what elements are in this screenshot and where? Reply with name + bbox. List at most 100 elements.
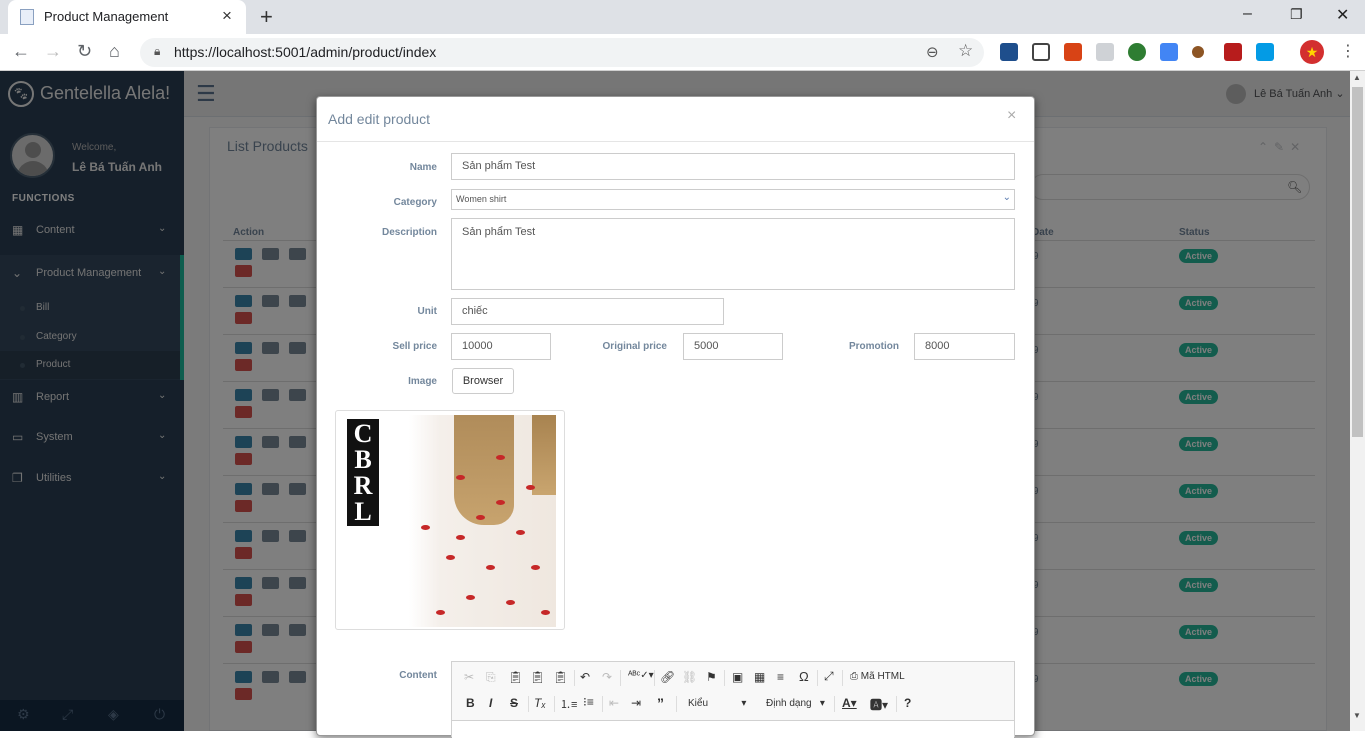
bullet-list-icon[interactable]: ⁝≡	[583, 695, 594, 709]
address-bar[interactable]: 🔒︎ https://localhost:5001/admin/product/…	[140, 38, 984, 67]
new-tab-button[interactable]: +	[260, 4, 273, 30]
paste-text-icon[interactable]: 📋︎	[530, 670, 545, 684]
scroll-down-icon[interactable]: ▼	[1353, 711, 1361, 720]
zoom-icon[interactable]: ⊖	[926, 43, 939, 61]
bold-button[interactable]: B	[466, 696, 475, 710]
remove-format-button[interactable]: Tₓ	[534, 696, 546, 710]
maximize-icon[interactable]: ⤢	[824, 669, 834, 684]
horizontal-line-icon[interactable]: ≡	[777, 670, 784, 684]
outdent-icon[interactable]: ⇤	[609, 696, 619, 710]
scroll-up-icon[interactable]: ▲	[1353, 73, 1361, 82]
rich-text-editor[interactable]: ✂ ⎘ 📋︎ 📋︎ 📋︎ ↶ ↷ ᴬᴮᶜ✓▾ 🔗︎ ⛓ ⚑ ▣ ▦ ≡ Ω ⤢ …	[451, 661, 1015, 738]
lip-pattern	[446, 555, 455, 560]
minimize-button[interactable]: –	[1243, 5, 1252, 23]
styles-label: Kiểu	[688, 698, 709, 709]
image-label: Image	[408, 376, 437, 387]
back-icon[interactable]: ←	[12, 41, 30, 62]
anchor-flag-icon[interactable]: ⚑	[706, 670, 717, 684]
undo-icon[interactable]: ↶	[580, 670, 590, 684]
unit-field[interactable]: chiếc	[451, 298, 724, 325]
table-icon[interactable]: ▦	[754, 670, 765, 684]
browser-tab[interactable]: Product Management ×	[8, 0, 246, 34]
category-select[interactable]: Women shirt ⌄	[451, 189, 1015, 210]
tab-title: Product Management	[44, 9, 169, 24]
editor-content-area[interactable]	[452, 721, 1014, 738]
extension-icon[interactable]	[1032, 43, 1050, 61]
translate-icon[interactable]	[1160, 43, 1178, 61]
unit-label: Unit	[417, 306, 437, 317]
browse-button[interactable]: Browser	[452, 368, 514, 394]
text-color-button[interactable]: A▾	[842, 696, 857, 710]
home-icon[interactable]: ⌂	[109, 41, 120, 62]
italic-button[interactable]: I	[489, 696, 492, 710]
name-label: Name	[409, 162, 437, 173]
extension-icon[interactable]	[1192, 46, 1204, 58]
browser-tab-bar: Product Management × + – ❐ ✕	[0, 0, 1365, 34]
lip-pattern	[541, 610, 550, 615]
promotion-field[interactable]: 8000	[914, 333, 1015, 360]
lip-pattern	[421, 525, 430, 530]
close-tab-icon[interactable]: ×	[222, 6, 232, 26]
lip-pattern	[476, 515, 485, 520]
indent-icon[interactable]: ⇥	[631, 696, 641, 710]
source-button[interactable]: ⎙ Mã HTML	[850, 671, 905, 682]
cut-icon[interactable]: ✂	[464, 670, 474, 684]
product-image-thumbnail: CBRL	[335, 410, 565, 630]
close-icon[interactable]: ×	[1007, 107, 1016, 125]
url-text: https://localhost:5001/admin/product/ind…	[174, 44, 437, 60]
image-icon[interactable]: ▣	[732, 670, 743, 684]
browser-menu-icon[interactable]: ⋮	[1340, 41, 1356, 61]
extension-icon[interactable]	[1000, 43, 1018, 61]
link-icon[interactable]: 🔗︎	[660, 670, 675, 684]
paste-word-icon[interactable]: 📋︎	[553, 670, 568, 684]
divider	[317, 141, 1034, 142]
brand-logo-image: CBRL	[347, 419, 379, 526]
forward-icon[interactable]: →	[44, 41, 62, 62]
numbered-list-icon[interactable]: ⒈≡	[560, 696, 577, 712]
maximize-button[interactable]: ❐	[1290, 6, 1303, 23]
format-dropdown[interactable]: Định dạng ▾	[766, 698, 825, 709]
extension-icon[interactable]	[1096, 43, 1114, 61]
copy-icon[interactable]: ⎘	[486, 670, 496, 685]
name-field[interactable]: Sản phẩm Test	[451, 153, 1015, 180]
redo-icon[interactable]: ↷	[602, 670, 612, 684]
extension-icon[interactable]	[1064, 43, 1082, 61]
admin-app: 🐾︎Gentelella Alela! Welcome, Lê Bá Tuấn …	[0, 71, 1350, 738]
help-icon[interactable]: ?	[904, 696, 911, 710]
blockquote-icon[interactable]: ”	[657, 695, 664, 711]
lip-pattern	[506, 600, 515, 605]
window-close-button[interactable]: ✕	[1336, 5, 1349, 25]
spellcheck-icon[interactable]: ᴬᴮᶜ✓▾	[628, 670, 654, 681]
strike-button[interactable]: S	[510, 696, 518, 710]
product-photo: CBRL	[346, 415, 556, 627]
description-textarea[interactable]: Sản phẩm Test	[451, 218, 1015, 290]
paste-icon[interactable]: 📋︎	[508, 670, 523, 684]
original-price-field[interactable]: 5000	[683, 333, 783, 360]
product-modal: Add edit product × Name Sản phẩm Test Ca…	[316, 96, 1035, 738]
extension-icon[interactable]	[1224, 43, 1242, 61]
unlink-icon[interactable]: ⛓	[682, 670, 697, 684]
scroll-thumb[interactable]	[1352, 87, 1363, 437]
sell-price-field[interactable]: 10000	[451, 333, 551, 360]
category-selected-value: Women shirt	[456, 194, 507, 204]
lip-pattern	[496, 500, 505, 505]
lip-pattern	[456, 535, 465, 540]
lip-pattern	[516, 530, 525, 535]
extension-icon[interactable]	[1256, 43, 1274, 61]
profile-avatar-icon[interactable]: ★	[1300, 40, 1324, 64]
styles-dropdown[interactable]: Kiểu ▾	[688, 698, 746, 709]
source-button-label: Mã HTML	[860, 671, 905, 682]
page-scrollbar[interactable]: ▲ ▼	[1350, 71, 1365, 731]
lip-pattern	[531, 565, 540, 570]
chevron-down-icon: ⌄	[1002, 192, 1011, 203]
content-label: Content	[399, 670, 437, 681]
lip-pattern	[486, 565, 495, 570]
special-char-icon[interactable]: Ω	[799, 669, 809, 684]
lip-pattern	[456, 475, 465, 480]
reload-icon[interactable]: ↻	[77, 41, 92, 62]
promotion-label: Promotion	[849, 341, 899, 352]
extension-icon[interactable]	[1128, 43, 1146, 61]
browser-toolbar: ← → ↻ ⌂ 🔒︎ https://localhost:5001/admin/…	[0, 34, 1365, 71]
bg-color-button[interactable]: 🅰︎▾	[870, 696, 888, 713]
bookmark-star-icon[interactable]: ☆	[958, 41, 973, 61]
